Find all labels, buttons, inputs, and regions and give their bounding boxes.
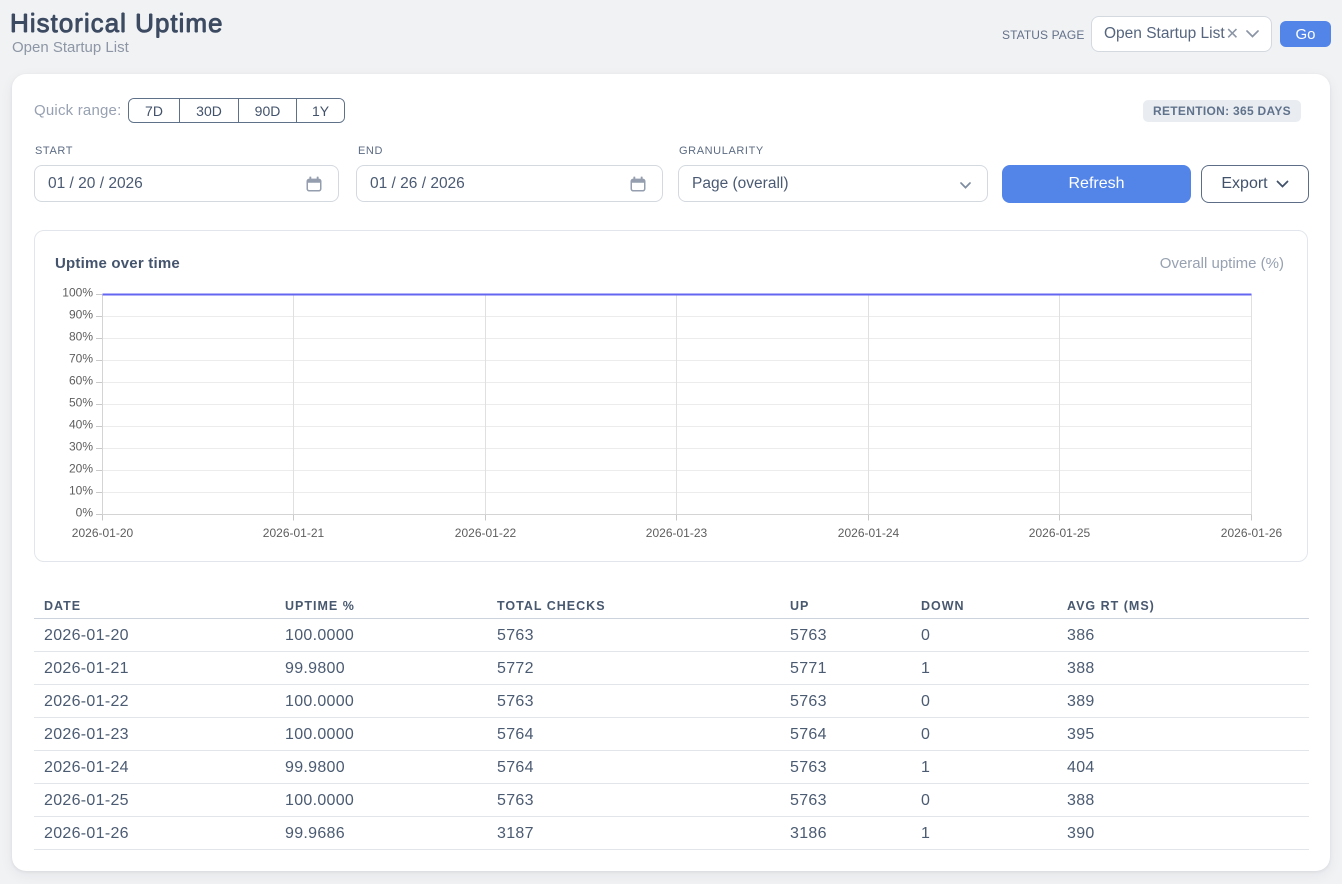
svg-text:30%: 30% <box>69 440 93 454</box>
svg-text:2026-01-21: 2026-01-21 <box>263 526 325 540</box>
svg-text:70%: 70% <box>69 352 93 366</box>
svg-text:2026-01-22: 2026-01-22 <box>455 526 517 540</box>
svg-text:2026-01-24: 2026-01-24 <box>838 526 900 540</box>
svg-text:60%: 60% <box>69 374 93 388</box>
svg-text:90%: 90% <box>69 308 93 322</box>
svg-text:20%: 20% <box>69 462 93 476</box>
svg-text:50%: 50% <box>69 396 93 410</box>
svg-text:10%: 10% <box>69 484 93 498</box>
svg-text:0%: 0% <box>76 506 94 520</box>
svg-text:40%: 40% <box>69 418 93 432</box>
svg-text:2026-01-26: 2026-01-26 <box>1221 526 1283 540</box>
svg-text:80%: 80% <box>69 330 93 344</box>
svg-text:2026-01-25: 2026-01-25 <box>1029 526 1091 540</box>
svg-text:2026-01-23: 2026-01-23 <box>646 526 708 540</box>
svg-text:100%: 100% <box>62 286 93 300</box>
svg-text:2026-01-20: 2026-01-20 <box>72 526 134 540</box>
